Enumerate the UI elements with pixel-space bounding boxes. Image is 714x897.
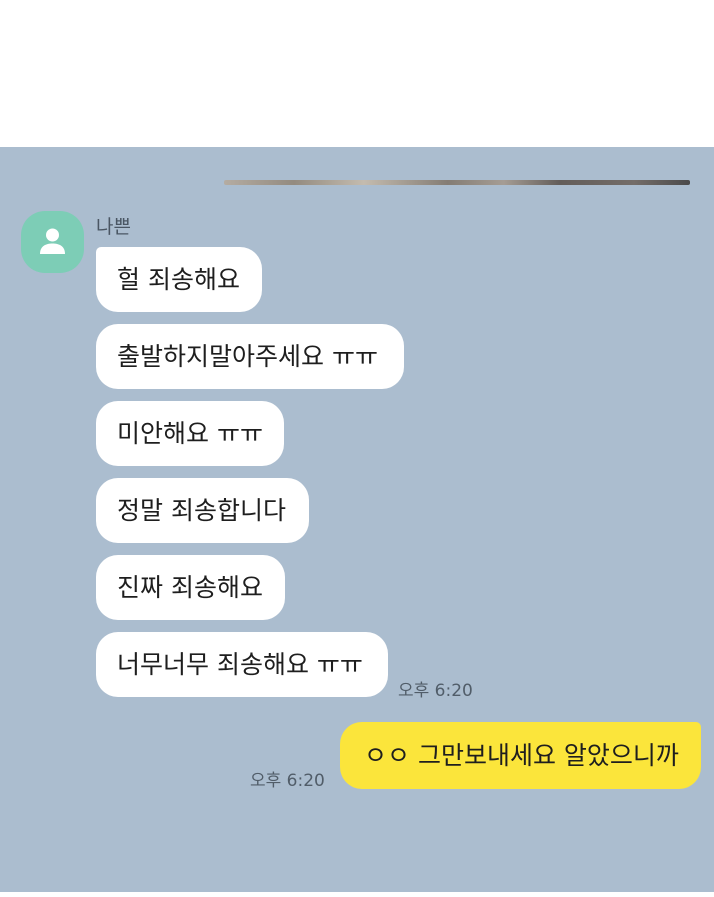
previous-media-edge: [224, 180, 690, 185]
incoming-timestamp: 오후 6:20: [398, 681, 473, 701]
incoming-message[interactable]: 정말 죄송합니다: [96, 478, 309, 543]
incoming-message[interactable]: 헐 죄송해요: [96, 247, 262, 312]
chat-room: 나쁜 헐 죄송해요 출발하지말아주세요 ㅠㅠ 미안해요 ㅠㅠ 정말 죄송합니다 …: [0, 147, 714, 892]
sender-avatar[interactable]: [21, 211, 84, 273]
default-profile-icon: [40, 228, 65, 254]
incoming-message[interactable]: 미안해요 ㅠㅠ: [96, 401, 284, 466]
incoming-message[interactable]: 진짜 죄송해요: [96, 555, 285, 620]
outgoing-message[interactable]: ㅇㅇ 그만보내세요 알았으니까: [340, 722, 701, 789]
incoming-message[interactable]: 출발하지말아주세요 ㅠㅠ: [96, 324, 404, 389]
outgoing-timestamp: 오후 6:20: [250, 771, 325, 791]
sender-name: 나쁜: [96, 216, 131, 238]
incoming-message[interactable]: 너무너무 죄송해요 ㅠㅠ: [96, 632, 388, 697]
